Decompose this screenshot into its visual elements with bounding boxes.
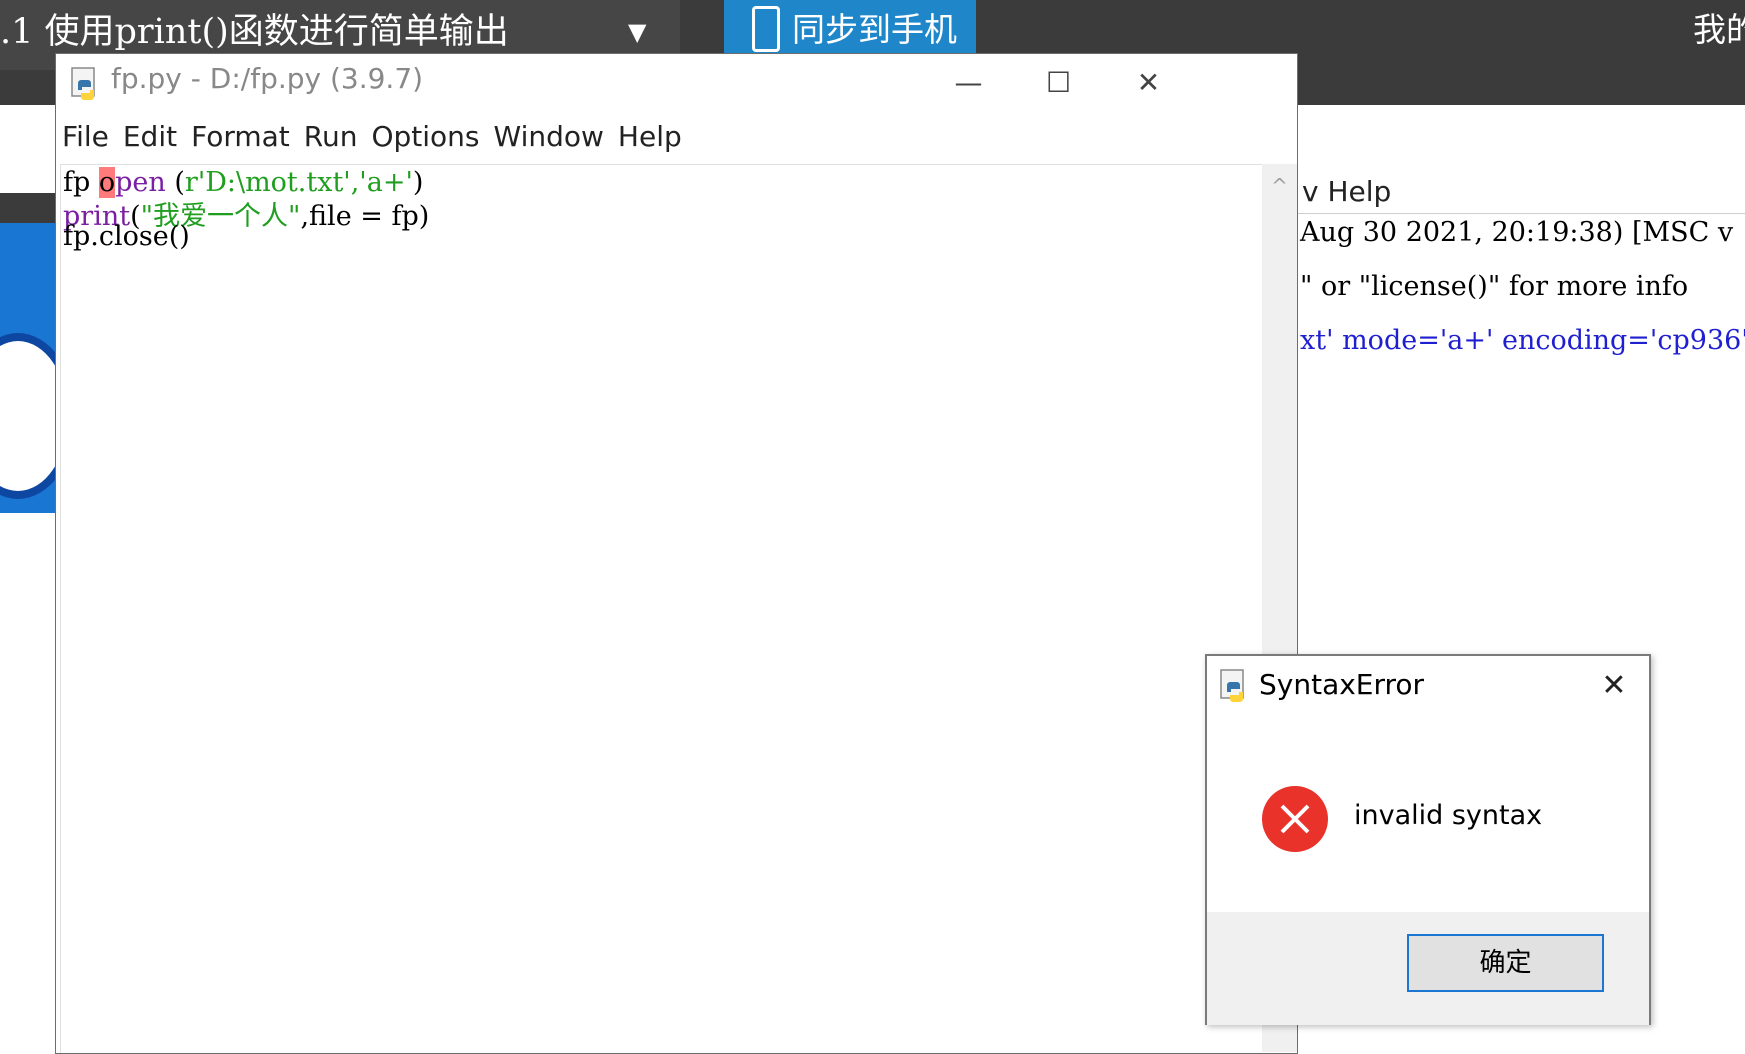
scroll-up-icon[interactable]: ^ <box>1262 174 1297 198</box>
shell-line: " or "license()" for more info <box>1300 271 1689 302</box>
background-left-strip <box>0 105 56 1054</box>
brand-logo <box>0 223 56 513</box>
menu-options[interactable]: Options <box>371 112 479 162</box>
editor-titlebar[interactable]: fp.py - D:/fp.py (3.9.7) — ☐ ✕ <box>56 54 1297 112</box>
idle-editor-window: fp.py - D:/fp.py (3.9.7) — ☐ ✕ File Edit F… <box>55 53 1298 1054</box>
menu-format[interactable]: Format <box>191 112 290 162</box>
editor-window-title: fp.py - D:/fp.py (3.9.7) <box>111 62 424 95</box>
ok-button[interactable]: 确定 <box>1407 934 1604 992</box>
code-token: ,file = fp) <box>300 201 430 232</box>
code-text-area[interactable]: fp open (r'D:\mot.txt','a+') print("我爱一个… <box>60 164 1263 1053</box>
menu-window[interactable]: Window <box>494 112 604 162</box>
menu-run[interactable]: Run <box>304 112 358 162</box>
close-icon[interactable]: ✕ <box>1589 656 1639 716</box>
error-icon <box>1262 786 1328 852</box>
editor-menubar: File Edit Format Run Options Window Help <box>56 112 1297 162</box>
my-menu-link[interactable]: 我的 <box>1693 0 1745 60</box>
syntax-error-dialog: SyntaxError ✕ invalid syntax 确定 <box>1205 654 1651 1025</box>
shell-line: Aug 30 2021, 20:19:38) [MSC v <box>1300 217 1734 248</box>
logo-ring <box>0 333 56 499</box>
sync-to-phone-button[interactable]: 同步到手机 <box>724 0 976 56</box>
code-line-3: fp.close() <box>63 221 190 252</box>
background-dark-band <box>0 193 56 223</box>
menu-edit[interactable]: Edit <box>123 112 177 162</box>
close-icon[interactable]: ✕ <box>1096 54 1201 112</box>
python-file-icon <box>1220 669 1244 702</box>
shell-divider <box>1290 213 1745 214</box>
shell-line: xt' mode='a+' encoding='cp936' <box>1300 325 1745 356</box>
dialog-title: SyntaxError <box>1259 668 1425 701</box>
sync-to-phone-label: 同步到手机 <box>792 10 957 49</box>
shell-menu-partial[interactable]: v Help <box>1302 175 1391 208</box>
dialog-titlebar[interactable]: SyntaxError ✕ <box>1207 656 1649 716</box>
error-message: invalid syntax <box>1354 800 1543 831</box>
menu-file[interactable]: File <box>62 112 109 162</box>
python-file-icon <box>71 67 95 100</box>
phone-icon <box>752 6 780 52</box>
lesson-title: .1 使用print()函数进行简单输出 <box>0 12 509 52</box>
menu-help[interactable]: Help <box>618 112 682 162</box>
